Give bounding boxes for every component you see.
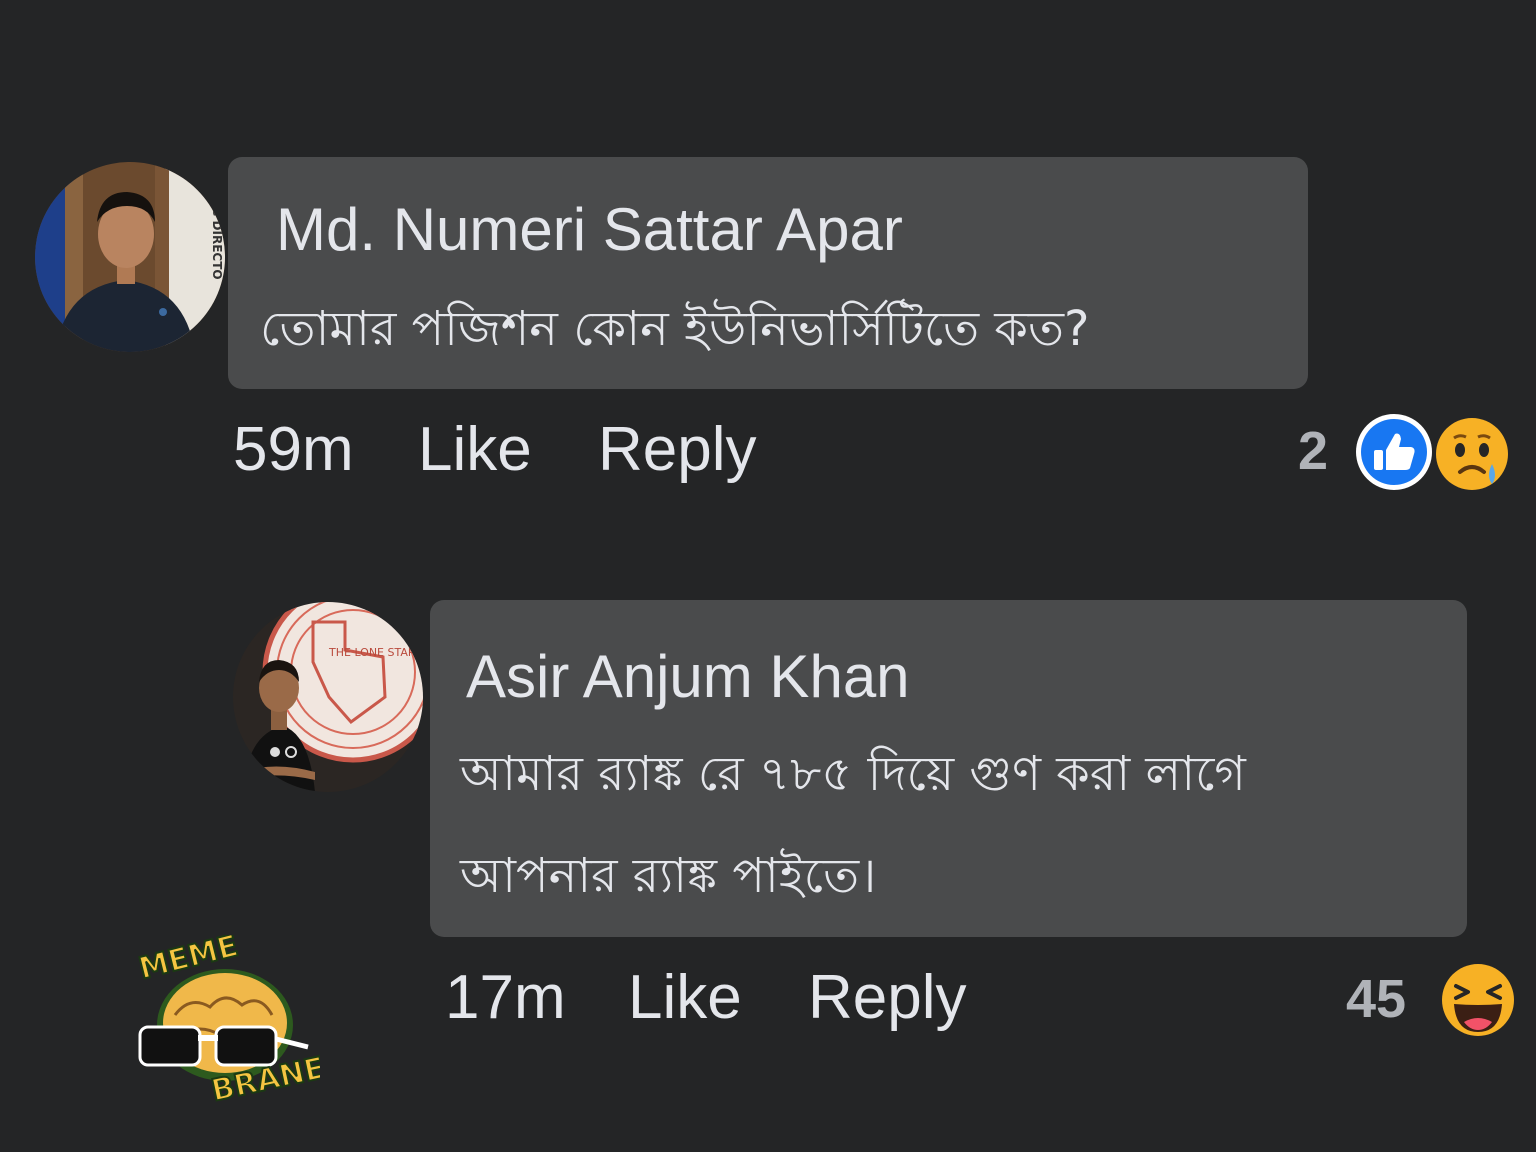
like-button[interactable]: Like — [628, 962, 742, 1033]
sad-icon — [1436, 418, 1508, 490]
comment-timestamp[interactable]: 59m — [233, 414, 354, 485]
comment-text-line-2: আপনার র‍্যাঙ্ক পাইতে। — [460, 848, 877, 904]
like-icon — [1356, 414, 1432, 490]
comment-author[interactable]: Asir Anjum Khan — [466, 642, 910, 711]
avatar-photo: ING DIRECTO — [35, 162, 225, 352]
reply-button[interactable]: Reply — [598, 414, 757, 485]
comment-timestamp[interactable]: 17m — [445, 962, 566, 1033]
avatar[interactable]: THE LONE STAR — [233, 602, 423, 792]
reply-button[interactable]: Reply — [808, 962, 967, 1033]
reaction-count: 2 — [1298, 421, 1329, 481]
meme-brane-logo: MEME BRANE — [134, 935, 320, 1110]
avatar-wall-text: ING DIRECTO — [210, 192, 224, 280]
haha-icon — [1442, 964, 1514, 1036]
reaction-count: 45 — [1346, 969, 1407, 1029]
avatar[interactable]: ING DIRECTO — [35, 162, 225, 352]
avatar-photo: THE LONE STAR — [233, 602, 423, 792]
comment-bubble: Asir Anjum Khan আমার র‍্যাঙ্ক রে ৭৮৫ দিয… — [430, 600, 1467, 937]
avatar-wall-text: THE LONE STAR — [328, 646, 416, 659]
like-button[interactable]: Like — [418, 414, 532, 485]
comment-bubble: Md. Numeri Sattar Apar তোমার পজিশন কোন ই… — [228, 157, 1308, 389]
comment-text: তোমার পজিশন কোন ইউনিভার্সিটিতে কত? — [260, 301, 1090, 357]
comment-author[interactable]: Md. Numeri Sattar Apar — [276, 195, 903, 264]
comment-text-line-1: আমার র‍্যাঙ্ক রে ৭৮৫ দিয়ে গুণ করা লাগে — [460, 746, 1246, 802]
